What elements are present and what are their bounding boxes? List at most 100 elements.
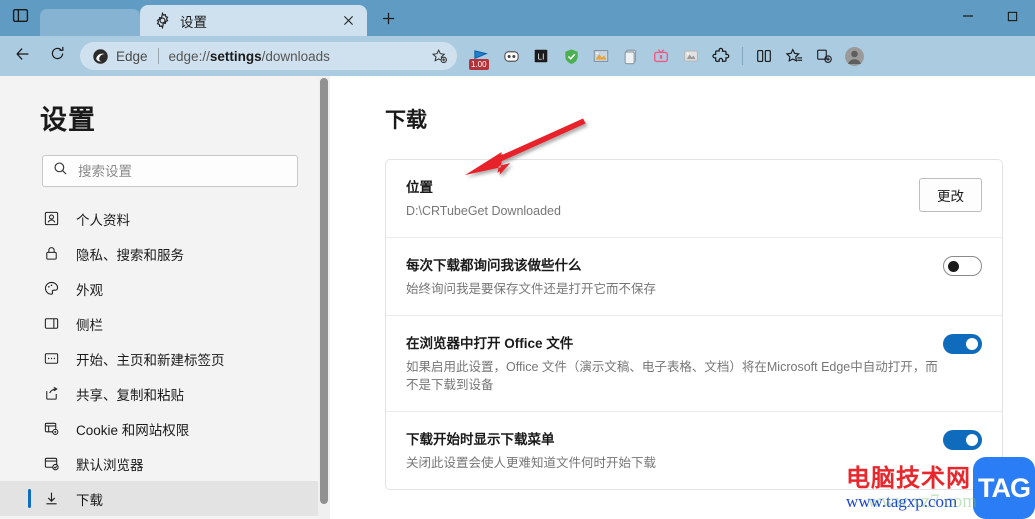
change-location-button[interactable]: 更改 [919,178,982,212]
back-button[interactable] [6,40,40,72]
sidebar-item-appearance[interactable]: 外观 [0,271,318,306]
sidebar-item-share-copy-paste[interactable]: 共享、复制和粘贴 [0,376,318,411]
extensions-strip: 1.00 LI [466,40,869,72]
sidebar-item-label: 下载 [76,492,103,508]
sidebar-item-label: 外观 [76,282,103,298]
sidebar-item-start-home-newtab[interactable]: 开始、主页和新建标签页 [0,341,318,376]
puzzle-extensions-icon[interactable] [706,40,736,72]
split-screen-icon[interactable] [749,40,779,72]
window-controls [945,0,1035,32]
toggle-knob [966,434,978,446]
browser-toolbar: Edge edge://settings/downloads 1.00 LI [0,36,1035,76]
sidebar-item-label: 共享、复制和粘贴 [76,387,184,403]
tab-switcher-button[interactable] [0,0,40,36]
toggle-knob [966,337,978,350]
page-body: 设置 个人资料 [0,76,1035,519]
settings-content: 下载 位置 D:\CRTubeGet Downloaded 更改 每次下载都询问… [330,76,1035,519]
setting-description: 始终询问我是要保存文件还是打开它而不保存 [406,281,657,296]
row-text-block: 下载开始时显示下载菜单 关闭此设置会使人更难知道文件何时开始下载 [406,428,943,473]
url-suffix: /downloads [261,48,330,64]
sidebar-item-label: 侧栏 [76,317,103,333]
setting-description: 关闭此设置会使人更难知道文件何时开始下载 [406,456,657,470]
new-tab-button[interactable] [371,6,405,36]
show-download-menu-toggle[interactable] [943,430,982,450]
download-icon [42,489,61,508]
video-downloader-extension-icon[interactable]: 1.00 [466,40,496,72]
default-browser-icon [42,454,61,473]
clipboard-extension-icon[interactable] [616,40,646,72]
close-icon[interactable] [337,10,359,32]
row-text-block: 位置 D:\CRTubeGet Downloaded [406,176,919,221]
sidebar-item-cookies[interactable]: Cookie 和网站权限 [0,411,318,446]
picture-extension-icon[interactable] [676,40,706,72]
search-input[interactable] [78,163,287,179]
cookie-icon [42,419,61,438]
setting-row-show-download-menu: 下载开始时显示下载菜单 关闭此设置会使人更难知道文件何时开始下载 [386,412,1002,489]
profile-avatar-icon[interactable] [839,40,869,72]
setting-title: 位置 [406,180,433,195]
reload-icon [49,45,66,67]
content-heading: 下载 [385,109,427,132]
image-extension-icon[interactable] [586,40,616,72]
tv-extension-icon[interactable] [646,40,676,72]
row-control [943,332,982,354]
search-settings-box[interactable] [42,155,298,187]
palette-icon [42,279,61,298]
sidebar-item-label: 默认浏览器 [76,457,144,473]
setting-title: 每次下载都询问我该做些什么 [406,257,582,273]
omnibox-divider [157,48,159,64]
lock-icon [42,244,61,263]
open-office-files-toggle[interactable] [943,333,982,354]
arrow-left-icon [14,45,32,68]
url-highlight: settings [209,48,262,64]
tab-title: 设置 [180,14,207,30]
url-text: edge://settings/downloads [169,49,427,64]
setting-description: 如果启用此设置，Office 文件（演示文稿、电子表格、文档）将在Microso… [406,359,938,393]
toolbar-divider [742,47,743,65]
sidebar-item-label: 个人资料 [76,212,130,228]
settings-sidebar: 设置 个人资料 [0,76,318,519]
svg-text:LI: LI [538,53,545,62]
downloads-settings-card: 位置 D:\CRTubeGet Downloaded 更改 每次下载都询问我该做… [385,159,1003,490]
gear-icon [154,11,171,30]
row-control [943,254,982,276]
row-text-block: 在浏览器中打开 Office 文件 如果启用此设置，Office 文件（演示文稿… [406,332,943,396]
reload-button[interactable] [40,40,74,72]
edge-logo-icon [92,48,109,65]
shield-check-extension-icon[interactable] [556,40,586,72]
robot-extension-icon[interactable] [496,40,526,72]
download-path-value: D:\CRTubeGet Downloaded [406,204,561,218]
home-tabs-icon [42,349,61,368]
inactive-tab[interactable] [40,9,140,36]
lastpass-extension-icon[interactable]: LI [526,40,556,72]
sidebar-item-sidebar[interactable]: 侧栏 [0,306,318,341]
omnibox-brand-label: Edge [116,48,148,64]
profile-icon [42,209,61,228]
collections-icon[interactable] [809,40,839,72]
sidebar-item-downloads[interactable]: 下载 [0,481,318,516]
favorites-icon[interactable] [779,40,809,72]
plus-icon [381,11,396,31]
minimize-button[interactable] [945,0,990,32]
star-add-icon[interactable] [427,44,451,68]
maximize-button[interactable] [990,0,1035,32]
page-scrollbar[interactable] [318,76,330,519]
sidebar-item-default-browser[interactable]: 默认浏览器 [0,446,318,481]
setting-row-ask-each-download: 每次下载都询问我该做些什么 始终询问我是要保存文件还是打开它而不保存 [386,238,1002,316]
toggle-knob [948,260,959,272]
row-control [943,428,982,450]
sidebar-item-privacy[interactable]: 隐私、搜索和服务 [0,236,318,271]
setting-title: 在浏览器中打开 Office 文件 [406,335,574,351]
scrollbar-thumb[interactable] [320,78,328,504]
setting-row-open-office-files: 在浏览器中打开 Office 文件 如果启用此设置，Office 文件（演示文稿… [386,316,1002,412]
share-icon [42,384,61,403]
address-bar[interactable]: Edge edge://settings/downloads [80,42,457,70]
sidebar-item-label: 隐私、搜索和服务 [76,247,184,263]
tab-settings[interactable]: 设置 [140,5,367,36]
url-prefix: edge:// [168,48,210,64]
sidebar-item-profile[interactable]: 个人资料 [0,201,318,236]
title-bar: 设置 [0,0,1035,36]
settings-nav-list: 个人资料 隐私、搜索和服务 外观 侧栏 开始、主页和新建标签页 共享、复制和粘贴… [0,201,318,519]
ask-each-download-toggle[interactable] [943,255,982,276]
sidebar-item-label: Cookie 和网站权限 [76,422,190,438]
